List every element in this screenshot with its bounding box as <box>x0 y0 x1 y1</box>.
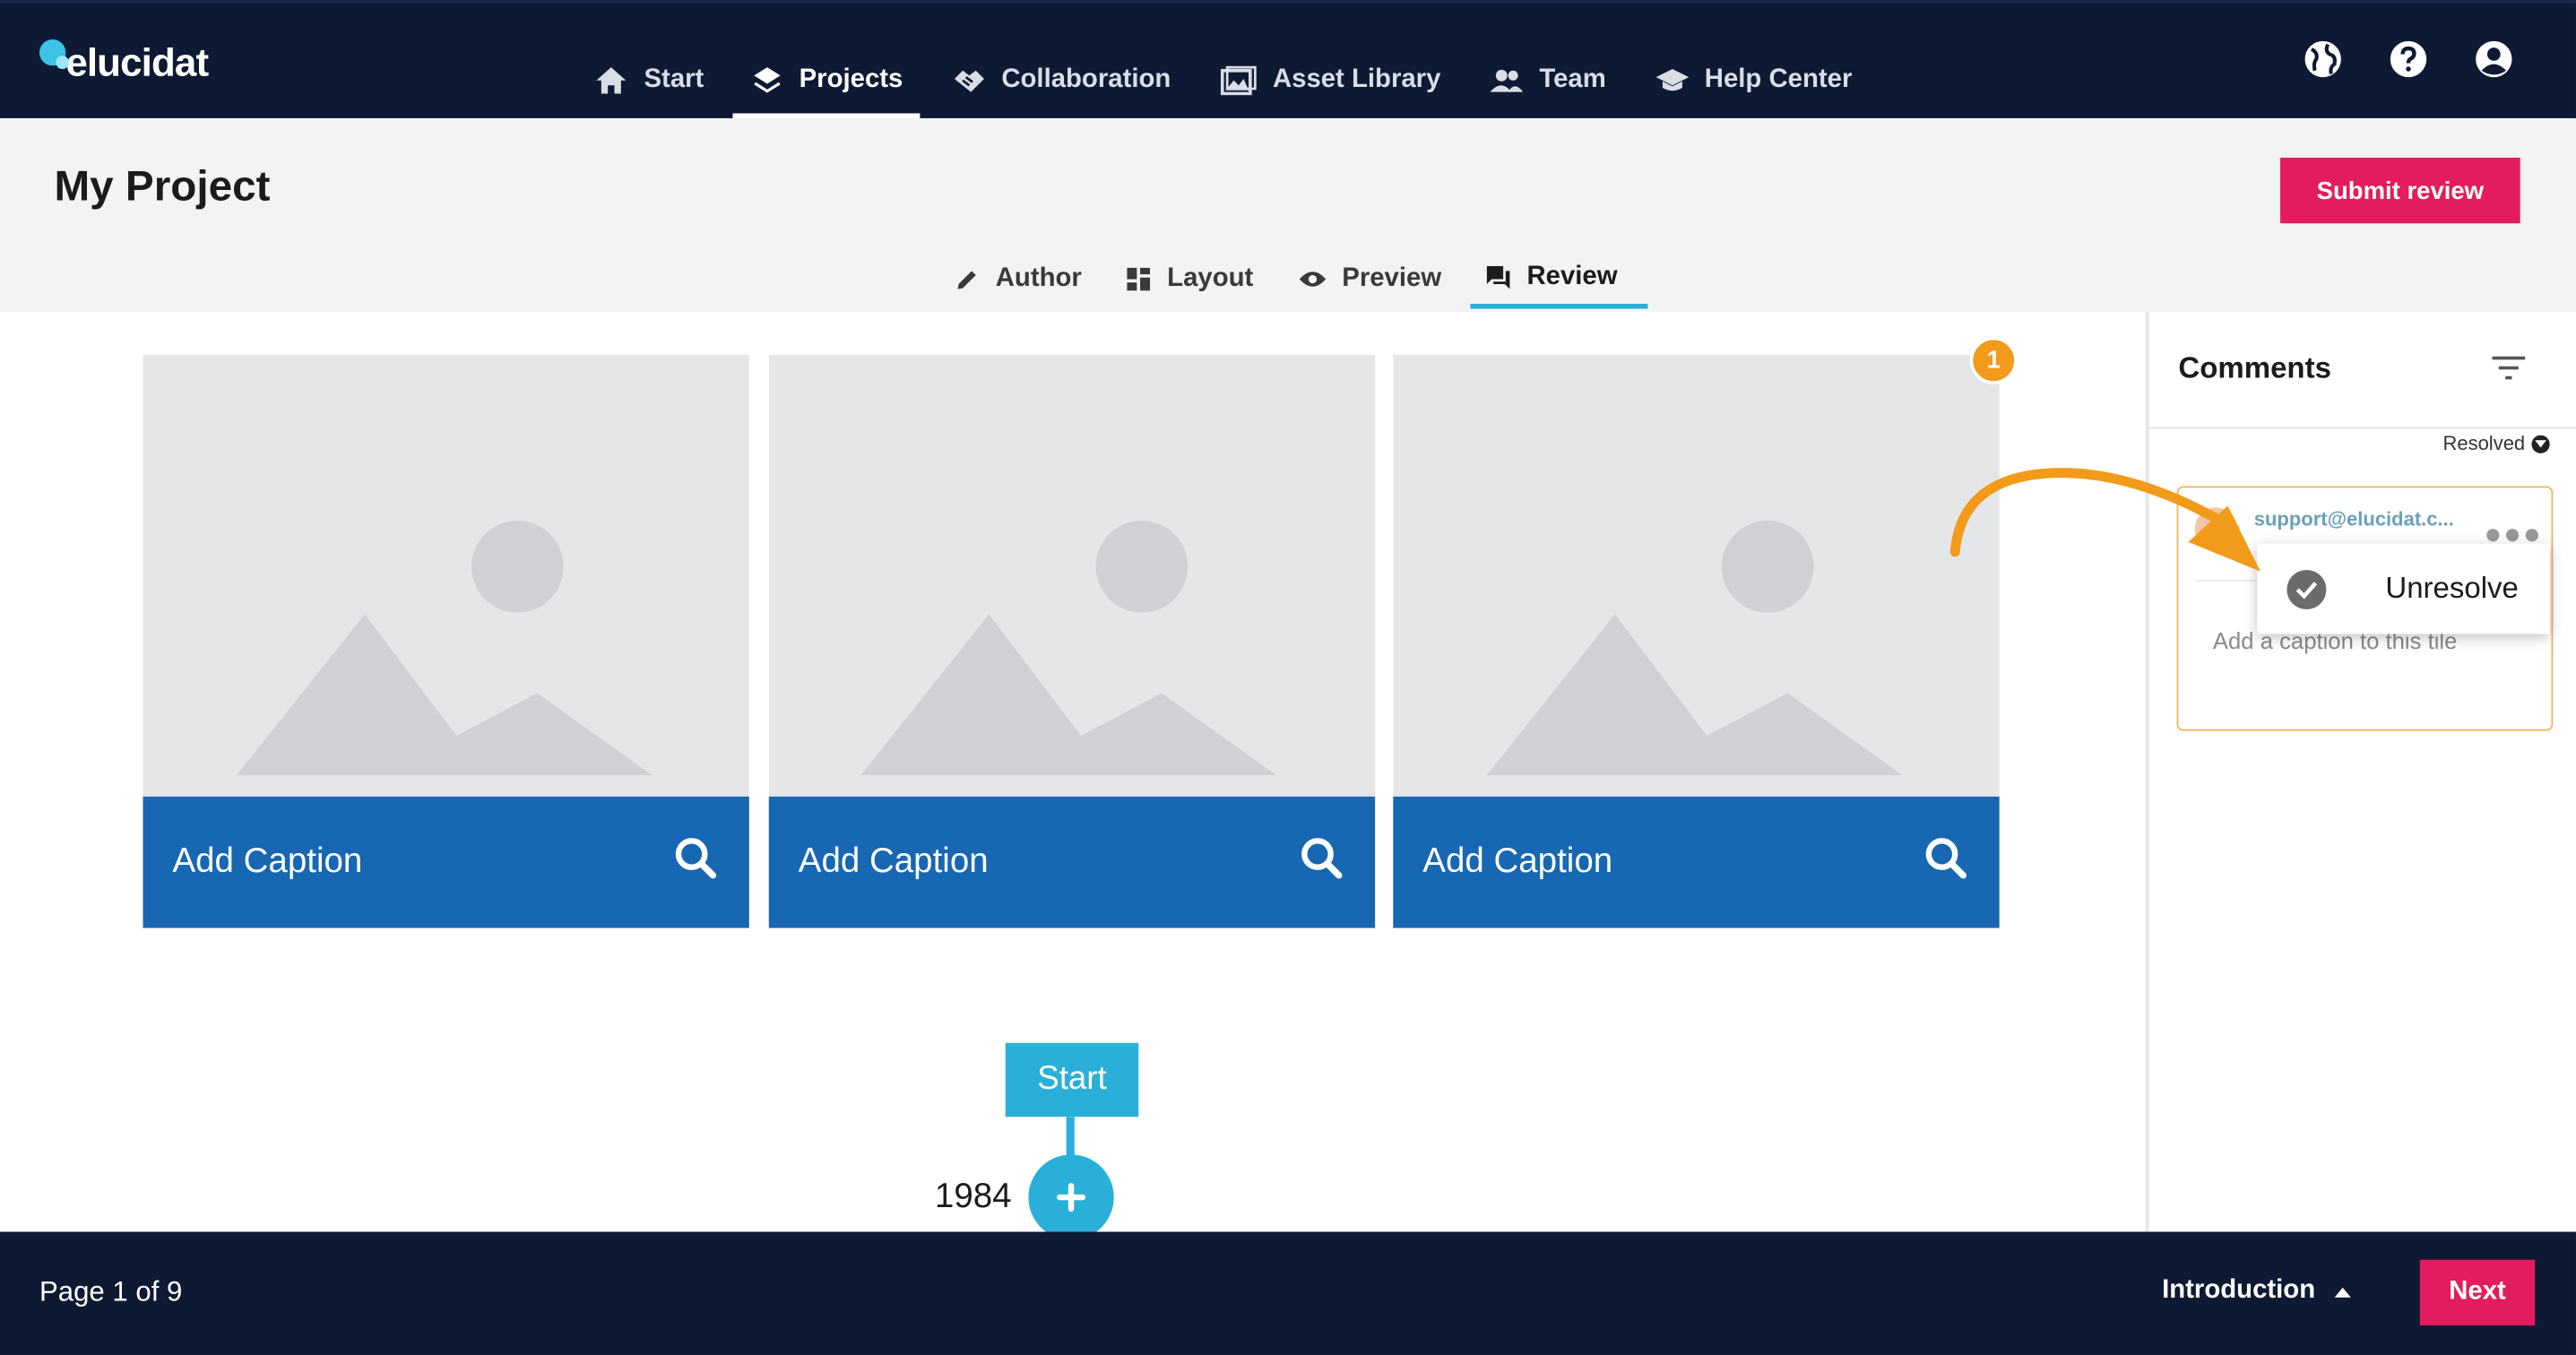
bottom-bar: Page 1 of 9 Introduction Next <box>0 1231 2576 1355</box>
eye-icon <box>1299 270 1326 289</box>
layers-icon <box>753 65 782 95</box>
timeline-connector <box>1066 1117 1075 1160</box>
plus-icon <box>1057 1183 1086 1213</box>
nav-item-projects[interactable]: Projects <box>733 53 932 118</box>
nav-item-label: Collaboration <box>1001 65 1171 94</box>
image-tile[interactable]: Add Caption <box>768 354 1376 928</box>
chapter-label: Introduction <box>2162 1276 2316 1305</box>
comment-author: support@elucidat.c... <box>2253 507 2454 531</box>
logo-text: elucidat <box>65 40 209 86</box>
chapter-selector[interactable]: Introduction <box>2162 1276 2352 1306</box>
nav-item-label: Team <box>1539 65 1606 94</box>
nav-item-start[interactable]: Start <box>575 53 734 118</box>
image-tile[interactable]: Add Caption <box>143 354 749 928</box>
check-circle-icon <box>2286 569 2327 609</box>
page-canvas: Add Caption Add Caption Add Caption 1 St… <box>0 312 2146 1240</box>
tab-label: Author <box>995 264 1082 293</box>
nav-item-asset-library[interactable]: Asset Library <box>1200 53 1470 118</box>
unresolve-menu-item[interactable]: Unresolve <box>2385 572 2519 606</box>
resolved-filter-label: Resolved <box>2442 432 2526 455</box>
project-tabs: Author Layout Preview Review <box>939 250 1660 313</box>
tab-preview[interactable]: Preview <box>1283 250 1457 309</box>
comments-title: Comments <box>2178 351 2331 384</box>
search-icon[interactable] <box>1300 836 1343 889</box>
nav-item-team[interactable]: Team <box>1470 53 1635 118</box>
next-button[interactable]: Next <box>2419 1259 2536 1325</box>
caption-text: Add Caption <box>798 842 989 881</box>
nav-item-label: Start <box>644 65 705 94</box>
comment-icon <box>1487 264 1511 289</box>
help-icon[interactable] <box>2389 39 2428 79</box>
chevron-down-icon <box>2531 434 2550 453</box>
divider <box>2148 427 2576 429</box>
main-nav: Start Projects Collaboration Asset Libra… <box>575 53 1882 122</box>
resolved-filter[interactable]: Resolved <box>2442 432 2550 455</box>
page-title: My Project <box>54 160 271 211</box>
comments-panel: Comments Resolved support@elucidat.c... … <box>2145 312 2576 1232</box>
search-icon[interactable] <box>1923 836 1967 889</box>
tab-review[interactable]: Review <box>1471 250 1647 309</box>
nav-item-help-center[interactable]: Help Center <box>1636 53 1882 118</box>
chevron-up-icon <box>2335 1276 2352 1306</box>
tab-author[interactable]: Author <box>939 250 1098 309</box>
submit-review-button[interactable]: Submit review <box>2280 157 2520 224</box>
caption-bar[interactable]: Add Caption <box>768 796 1376 928</box>
globe-icon[interactable] <box>2304 39 2343 79</box>
comment-count-badge[interactable]: 1 <box>1969 336 2018 384</box>
images-icon <box>1220 65 1257 96</box>
graduation-cap-icon <box>1655 67 1689 93</box>
logo-mark-accent <box>56 56 69 69</box>
filter-icon[interactable] <box>2491 355 2527 389</box>
pencil-icon <box>956 268 980 291</box>
comment-options-menu: Unresolve <box>2257 543 2550 634</box>
grid-icon <box>1128 267 1151 291</box>
nav-item-label: Asset Library <box>1272 65 1441 94</box>
image-placeholder <box>768 354 1376 797</box>
handshake-icon <box>952 65 985 95</box>
image-placeholder <box>143 354 749 797</box>
team-icon <box>1490 67 1524 93</box>
top-navbar: elucidat Start Projects Collaboration As… <box>0 0 2576 118</box>
annotation-arrow-icon <box>1949 468 2261 572</box>
nav-item-collaboration[interactable]: Collaboration <box>932 53 1200 118</box>
image-placeholder <box>1393 354 2000 797</box>
app-window: elucidat Start Projects Collaboration As… <box>0 0 2576 1355</box>
caption-bar[interactable]: Add Caption <box>143 796 749 928</box>
timeline-start-label: Start <box>1005 1042 1139 1118</box>
page-indicator: Page 1 of 9 <box>39 1276 183 1308</box>
home-icon <box>595 65 628 95</box>
tab-label: Layout <box>1167 264 1254 293</box>
image-tile[interactable]: Add Caption <box>1393 354 2000 928</box>
account-icon[interactable] <box>2474 39 2513 79</box>
nav-item-label: Help Center <box>1704 65 1853 94</box>
search-icon[interactable] <box>673 836 717 889</box>
tab-label: Review <box>1526 262 1618 290</box>
tab-label: Preview <box>1342 264 1442 293</box>
elucidat-logo[interactable]: elucidat <box>39 39 209 89</box>
caption-text: Add Caption <box>172 842 363 881</box>
project-header: My Project Submit review Author Layout P… <box>0 117 2576 313</box>
top-right-icons <box>2304 39 2514 79</box>
caption-text: Add Caption <box>1422 842 1613 881</box>
caption-bar[interactable]: Add Caption <box>1393 796 2000 928</box>
nav-item-label: Projects <box>799 65 903 94</box>
add-timeline-item-button[interactable] <box>1028 1154 1114 1240</box>
timeline-year: 1984 <box>934 1178 1012 1216</box>
tab-layout[interactable]: Layout <box>1111 250 1270 309</box>
